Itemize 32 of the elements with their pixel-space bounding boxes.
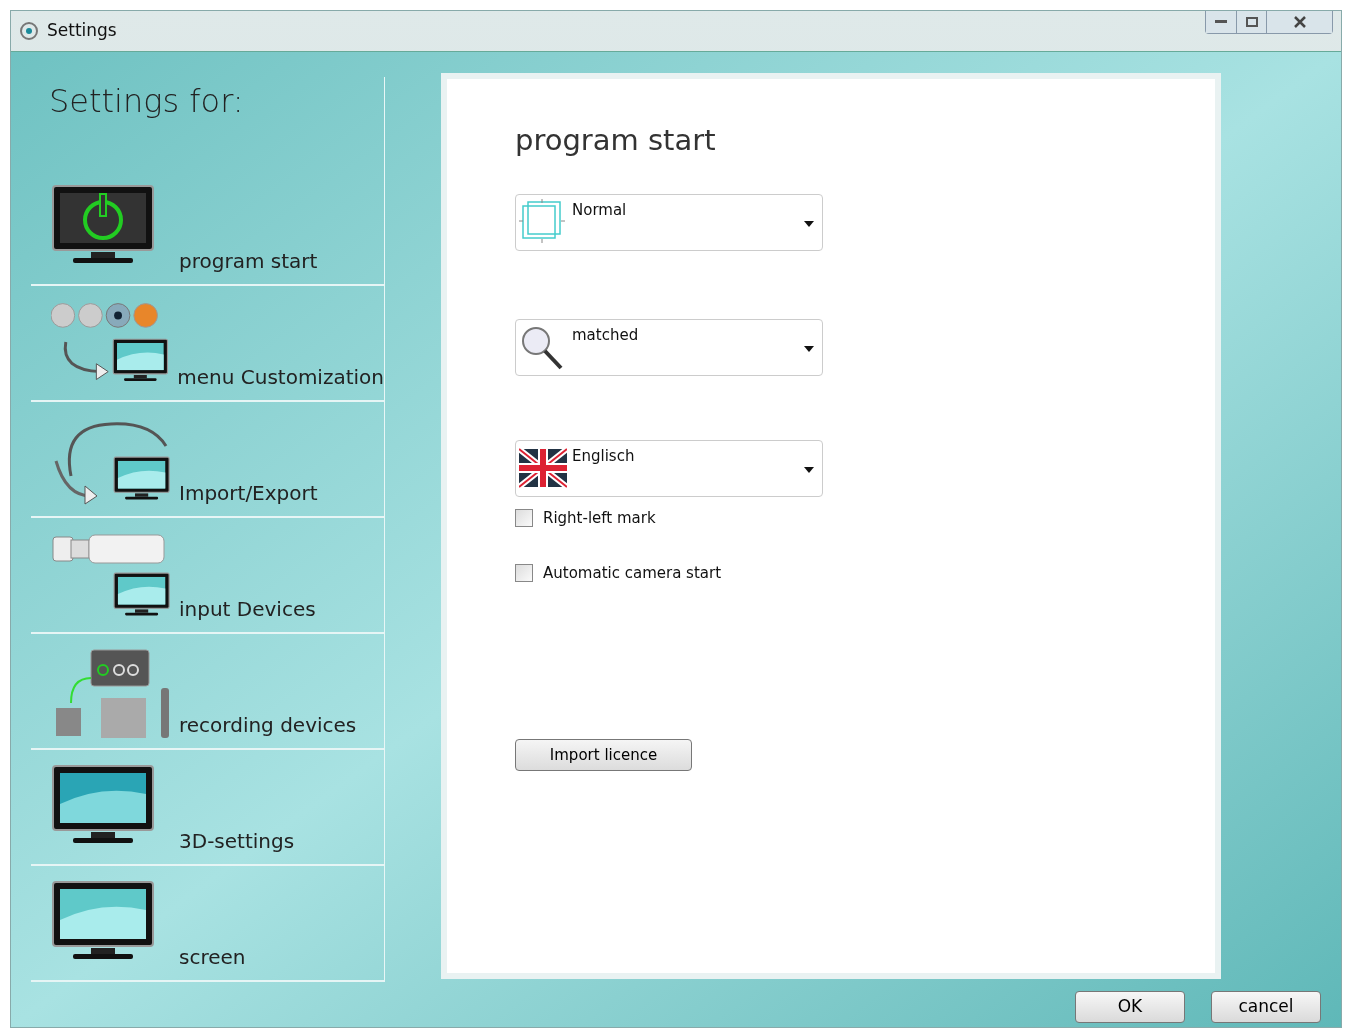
- close-icon: [1292, 16, 1307, 28]
- caret-icon: [804, 467, 814, 473]
- app-icon: [19, 21, 39, 41]
- sidebar-item[interactable]: program start: [31, 170, 384, 286]
- checkbox[interactable]: [515, 563, 533, 582]
- uk-flag-icon: [519, 445, 567, 491]
- minimize-button[interactable]: [1206, 11, 1236, 33]
- checkbox[interactable]: [515, 509, 533, 528]
- sidebar-item[interactable]: Import/Export: [31, 402, 384, 518]
- frame-icon: [519, 199, 567, 245]
- checkbox-label: Automatic camera start: [543, 562, 722, 584]
- minimize-icon: [1215, 20, 1227, 24]
- caret-icon: [804, 346, 814, 352]
- caret-icon: [804, 221, 814, 227]
- dropdown[interactable]: Englisch: [515, 440, 823, 497]
- dropdown[interactable]: Normal: [515, 194, 823, 251]
- maximize-button[interactable]: [1236, 11, 1266, 33]
- sidebar-heading: Settings for:: [49, 81, 245, 122]
- ok-button[interactable]: OK: [1075, 991, 1185, 1023]
- sidebar-item[interactable]: input Devices: [31, 518, 384, 634]
- checkbox-label: Right-left mark: [543, 508, 656, 529]
- import-licence-button[interactable]: Import licence: [515, 739, 692, 771]
- maximize-icon: [1245, 17, 1258, 27]
- sidebar-item[interactable]: screen: [31, 866, 384, 982]
- sidebar-item[interactable]: menu Customization: [31, 286, 384, 402]
- sidebar-item[interactable]: 3D-settings: [31, 750, 384, 866]
- window-title: Settings: [47, 19, 117, 43]
- dropdown[interactable]: matched: [515, 319, 823, 376]
- close-button[interactable]: [1266, 11, 1332, 33]
- cancel-button[interactable]: cancel: [1211, 991, 1321, 1023]
- panel-title: program start: [515, 122, 717, 159]
- sidebar-item[interactable]: recording devices: [31, 634, 384, 750]
